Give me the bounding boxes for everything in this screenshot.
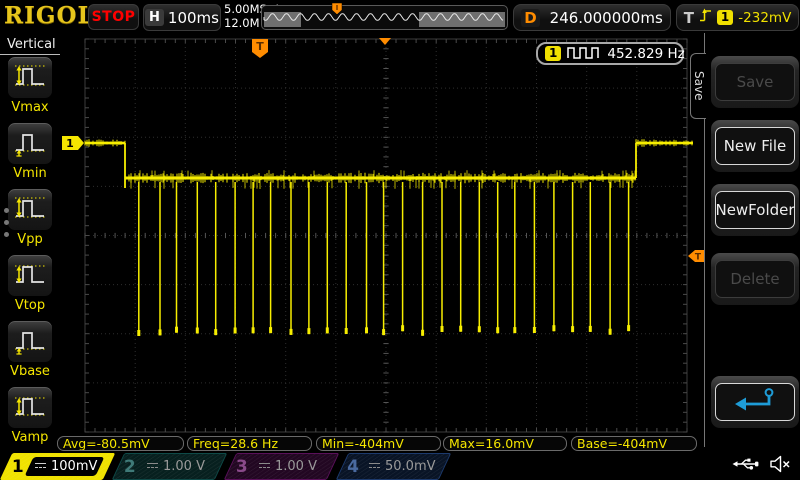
status-icons	[732, 455, 792, 477]
measure-menu-sidebar: Vertical Vmax Vmin Vpp Vtop Vbase Vamp	[0, 33, 61, 447]
channel-2-number: 2	[119, 456, 141, 476]
freq-counter-value: 452.829 Hz	[607, 46, 684, 62]
svg-text:1: 1	[66, 137, 74, 150]
vpp-label: Vpp	[0, 232, 60, 247]
vamp-label: Vamp	[0, 430, 60, 445]
channel-2-scale: 1.00 V	[163, 459, 205, 474]
channel-1-status[interactable]: 1 100mV	[0, 453, 115, 480]
vmax-button[interactable]	[7, 56, 53, 99]
dc-coupling-icon	[147, 463, 158, 470]
trigger-edge-icon	[699, 7, 712, 28]
horizontal-label: H	[145, 9, 164, 26]
graticule-and-trace: T T 1	[60, 33, 705, 450]
timebase-value: 100ms	[168, 9, 219, 27]
speaker-muted-icon	[769, 455, 792, 477]
vbase-label: Vbase	[0, 364, 60, 379]
vpp-button[interactable]	[7, 188, 53, 231]
return-arrow-icon	[732, 386, 778, 418]
measure-menu-title: Vertical	[0, 34, 63, 55]
save-button[interactable]: Save	[711, 56, 799, 108]
measure-menu-items: Vmax Vmin Vpp Vtop Vbase Vamp	[0, 56, 60, 451]
trigger-label: T	[684, 9, 694, 27]
vbase-button[interactable]	[7, 320, 53, 363]
vbase-icon	[12, 324, 48, 360]
menu-item-vpp: Vpp	[0, 188, 60, 253]
horizontal-position-bar[interactable]	[261, 5, 508, 30]
vmax-icon	[12, 60, 48, 96]
measurement-max: Max=16.0mV	[443, 436, 567, 451]
delete-button[interactable]: Delete	[711, 253, 799, 305]
run-stop-status[interactable]: STOP	[88, 4, 139, 30]
save-menu-panel: Save Save New File NewFolder Delete	[704, 33, 800, 447]
measurement-base: Base=-404mV	[571, 436, 697, 451]
dc-coupling-icon	[35, 463, 46, 470]
trigger-source-badge: 1	[717, 10, 733, 25]
menu-item-vmin: Vmin	[0, 122, 60, 187]
back-button[interactable]	[711, 376, 799, 428]
trigger-position-icon	[331, 2, 343, 15]
freq-counter-channel-badge: 1	[545, 46, 561, 61]
top-status-bar: RIGOL STOP H 100ms 5.00MSa/s 12.0M pts D…	[0, 0, 800, 34]
vamp-icon	[12, 390, 48, 426]
channel-3-scale: 1.00 V	[275, 459, 317, 474]
vmin-button[interactable]	[7, 122, 53, 165]
measurement-avg: Avg=-80.5mV	[57, 436, 184, 451]
channel-3-status[interactable]: 3 1.00 V	[224, 453, 340, 480]
memory-waveform-preview	[262, 6, 505, 27]
menu-item-vamp: Vamp	[0, 386, 60, 451]
measurement-min: Min=-404mV	[316, 436, 441, 451]
svg-text:T: T	[695, 253, 702, 263]
vmin-icon	[12, 126, 48, 162]
channel-1-number: 1	[7, 456, 29, 476]
usb-icon	[732, 456, 759, 476]
vtop-label: Vtop	[0, 298, 60, 313]
menu-item-vtop: Vtop	[0, 254, 60, 319]
channel-4-scale: 50.0mV	[385, 459, 436, 474]
vamp-button[interactable]	[7, 386, 53, 429]
trigger-level-value: -232mV	[738, 10, 791, 26]
delay-label: D	[521, 9, 539, 27]
channel-3-number: 3	[231, 456, 253, 476]
square-wave-icon	[567, 44, 601, 63]
trigger-info-box[interactable]: T 1 -232mV	[676, 4, 799, 31]
dc-coupling-icon	[259, 463, 270, 470]
trigger-delay-box[interactable]: D 246.000000ms	[513, 4, 671, 31]
channel-status-bar: 1 100mV 2 1.00 V 3 1.00 V 4 50.0mV	[0, 452, 800, 480]
channel-4-number: 4	[343, 456, 363, 476]
oscilloscope-screen: { "top_bar": { "logo": "RIGOL", "stop_la…	[0, 0, 800, 480]
rigol-logo: RIGOL	[4, 2, 95, 29]
delay-value: 246.000000ms	[550, 9, 663, 27]
svg-text:T: T	[256, 40, 264, 53]
new-file-button[interactable]: New File	[711, 120, 799, 172]
new-folder-button[interactable]: NewFolder	[711, 184, 799, 236]
channel-2-status[interactable]: 2 1.00 V	[112, 453, 228, 480]
waveform-display-area[interactable]: T T 1 1 452.829 Hz	[60, 33, 705, 450]
vtop-button[interactable]	[7, 254, 53, 297]
horizontal-timebase-box[interactable]: H 100ms	[143, 4, 221, 31]
measurement-freq: Freq=28.6 Hz	[187, 436, 312, 451]
frequency-counter: 1 452.829 Hz	[536, 42, 684, 65]
channel-4-status[interactable]: 4 50.0mV	[336, 453, 452, 480]
vpp-icon	[12, 192, 48, 228]
channel-1-scale: 100mV	[51, 459, 97, 474]
vtop-icon	[12, 258, 48, 294]
save-menu-tab: Save	[690, 53, 706, 119]
dc-coupling-icon	[369, 463, 380, 470]
menu-item-vmax: Vmax	[0, 56, 60, 121]
menu-page-dots	[4, 201, 9, 244]
menu-item-vbase: Vbase	[0, 320, 60, 385]
vmin-label: Vmin	[0, 166, 60, 181]
vmax-label: Vmax	[0, 100, 60, 115]
